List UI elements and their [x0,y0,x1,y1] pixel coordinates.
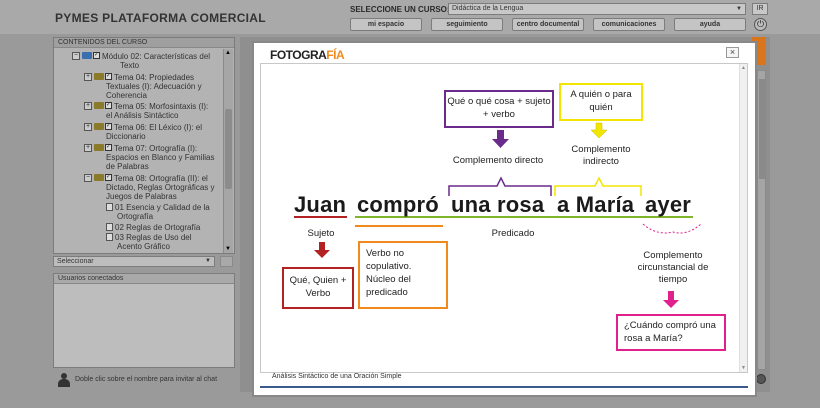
select-go-button[interactable] [220,256,233,267]
box-time-complement: ¿Cuándo compró una rosa a María? [616,314,726,351]
photo-modal: FOTOGRAFÍA × ▲ ▼ Qué o qué cosa + sujeto… [252,41,757,397]
expand-icon[interactable]: + [84,73,92,81]
close-button[interactable]: × [726,47,739,58]
collapse-icon[interactable]: − [84,174,92,182]
chevron-down-icon: ▼ [205,258,211,264]
expand-icon[interactable]: + [84,102,92,110]
tree-item-tema05[interactable]: + ✓ Tema 05: Morfosintaxis (I): [84,102,208,111]
scroll-up-icon[interactable]: ▲ [225,50,231,56]
chat-hint: Doble clic sobre el nombre para invitar … [55,371,235,389]
tree-item-label: Coherencia [106,91,147,100]
checkbox-icon[interactable]: ✓ [93,52,100,59]
tree-item-label: Diccionario [106,132,146,141]
tree-item-label: Acento Gráfico [117,242,170,251]
checkbox-icon[interactable]: ✓ [105,102,112,109]
collapse-icon[interactable]: − [72,52,80,60]
course-contents-panel: CONTENIDOS DEL CURSO − ✓ Módulo 02: Caract… [53,37,235,254]
arrow-down-icon [663,291,679,308]
nav-ayuda[interactable]: ayuda [674,18,746,31]
tree-item-module[interactable]: − ✓ Módulo 02: Características del [72,52,210,61]
top-bar: PYMES PLATAFORMA COMERCIAL SELECCIONE UN… [0,0,820,34]
fotografia-logo: FOTOGRAFÍA [270,48,345,62]
course-contents-header: CONTENIDOS DEL CURSO [54,38,234,48]
scroll-down-icon[interactable]: ▼ [225,246,231,252]
document-icon [106,223,113,231]
tree-item-label: Texto [120,61,140,70]
nav-comunicaciones[interactable]: comunicaciones [593,18,665,31]
app-title: PYMES PLATAFORMA COMERCIAL [55,11,266,25]
user-icon [58,373,70,387]
folder-icon [94,174,104,181]
folder-icon [94,123,104,130]
tree-item-label: Espacios en Blanco y Familias [106,153,215,162]
status-icon [756,374,766,384]
nav-centro-documental[interactable]: centro documental [512,18,584,31]
checkbox-icon[interactable]: ✓ [105,123,112,130]
scroll-thumb[interactable] [759,79,765,179]
tree-item-label: de Palabras [106,162,149,171]
arrow-down-icon [590,122,608,139]
label-time-complement: Complemento circunstancial de tiempo [637,250,709,285]
modal-footer-line [260,386,748,388]
label-direct-object: Complemento directo [452,155,544,166]
course-select-value: Didáctica de la Lengua [452,5,524,12]
sentence-a-maria: a María [557,192,635,217]
label-subject: Sujeto [307,228,335,239]
course-label: SELECCIONE UN CURSO: [350,5,450,14]
folder-icon [94,102,104,109]
connected-users-panel: Usuarios conectados [53,273,235,368]
box-subject: Qué, Quien + Verbo [282,267,354,309]
scroll-thumb[interactable] [225,109,232,189]
section-select-value: Seleccionar [57,258,94,265]
brace-time [642,223,702,234]
sentence-compro: compró [357,192,439,217]
tree-item-label: Juegos de Palabras [106,192,177,201]
expand-icon[interactable]: + [84,123,92,131]
tree-item-tema07[interactable]: + ✓ Tema 07: Ortografía (I): [84,144,197,153]
arrow-down-icon [314,242,330,258]
section-select[interactable]: Seleccionar ▼ [53,256,215,267]
document-icon [106,203,113,211]
document-icon [106,233,113,241]
box-verb: Verbo no copulativo. Núcleo del predicad… [358,241,448,309]
folder-icon [94,73,104,80]
tree-item-tema08[interactable]: − ✓ Tema 08: Ortografía (II): el [84,174,208,183]
tree-item-doc01[interactable]: 01 Esencia y Calidad de la [106,203,210,212]
folder-icon [94,144,104,151]
image-caption: Análisis Sintáctico de una Oración Simpl… [272,373,402,380]
connected-users-header: Usuarios conectados [54,274,234,284]
go-button[interactable]: IR [752,3,768,15]
tree-item-doc03[interactable]: 03 Reglas de Uso del [106,233,192,242]
tree-item-label: Dictado, Reglas Ortográficas y [106,183,215,192]
label-predicate: Predicado [491,228,535,239]
tree-item-tema06[interactable]: + ✓ Tema 06: El Léxico (I): el [84,123,202,132]
main-scrollbar[interactable] [757,70,766,370]
power-icon[interactable]: ⏻ [754,18,767,31]
nav-seguimiento[interactable]: seguimiento [431,18,503,31]
tree-scrollbar[interactable]: ▲ ▼ [223,49,233,253]
tree-item-label: Textuales (I): Adecuación y [106,82,202,91]
tree-item-doc02[interactable]: 02 Reglas de Ortografía [106,223,200,232]
tree-item-tema04[interactable]: + ✓ Tema 04: Propiedades [84,73,194,82]
tree-item-label: el Análisis Sintáctico [106,111,179,120]
tree-item-label: Ortografía [117,212,154,221]
module-icon [82,52,92,59]
label-indirect-object: Complemento indirecto [571,144,631,167]
image-viewer: ▲ ▼ Qué o qué cosa + sujeto + verbo A qu… [260,63,748,373]
chevron-down-icon: ▼ [736,6,742,12]
sentence-una-rosa: una rosa [451,192,545,217]
sentence-juan: Juan [294,192,347,217]
course-tree: − ✓ Módulo 02: Características del Texto +… [54,49,224,253]
checkbox-icon[interactable]: ✓ [105,73,112,80]
arrow-down-icon [492,130,509,148]
checkbox-icon[interactable]: ✓ [105,174,112,181]
course-select[interactable]: Didáctica de la Lengua ▼ [448,3,746,15]
nav-mi-espacio[interactable]: mi espacio [350,18,422,31]
checkbox-icon[interactable]: ✓ [105,144,112,151]
sentence-ayer: ayer [645,192,692,217]
expand-icon[interactable]: + [84,144,92,152]
